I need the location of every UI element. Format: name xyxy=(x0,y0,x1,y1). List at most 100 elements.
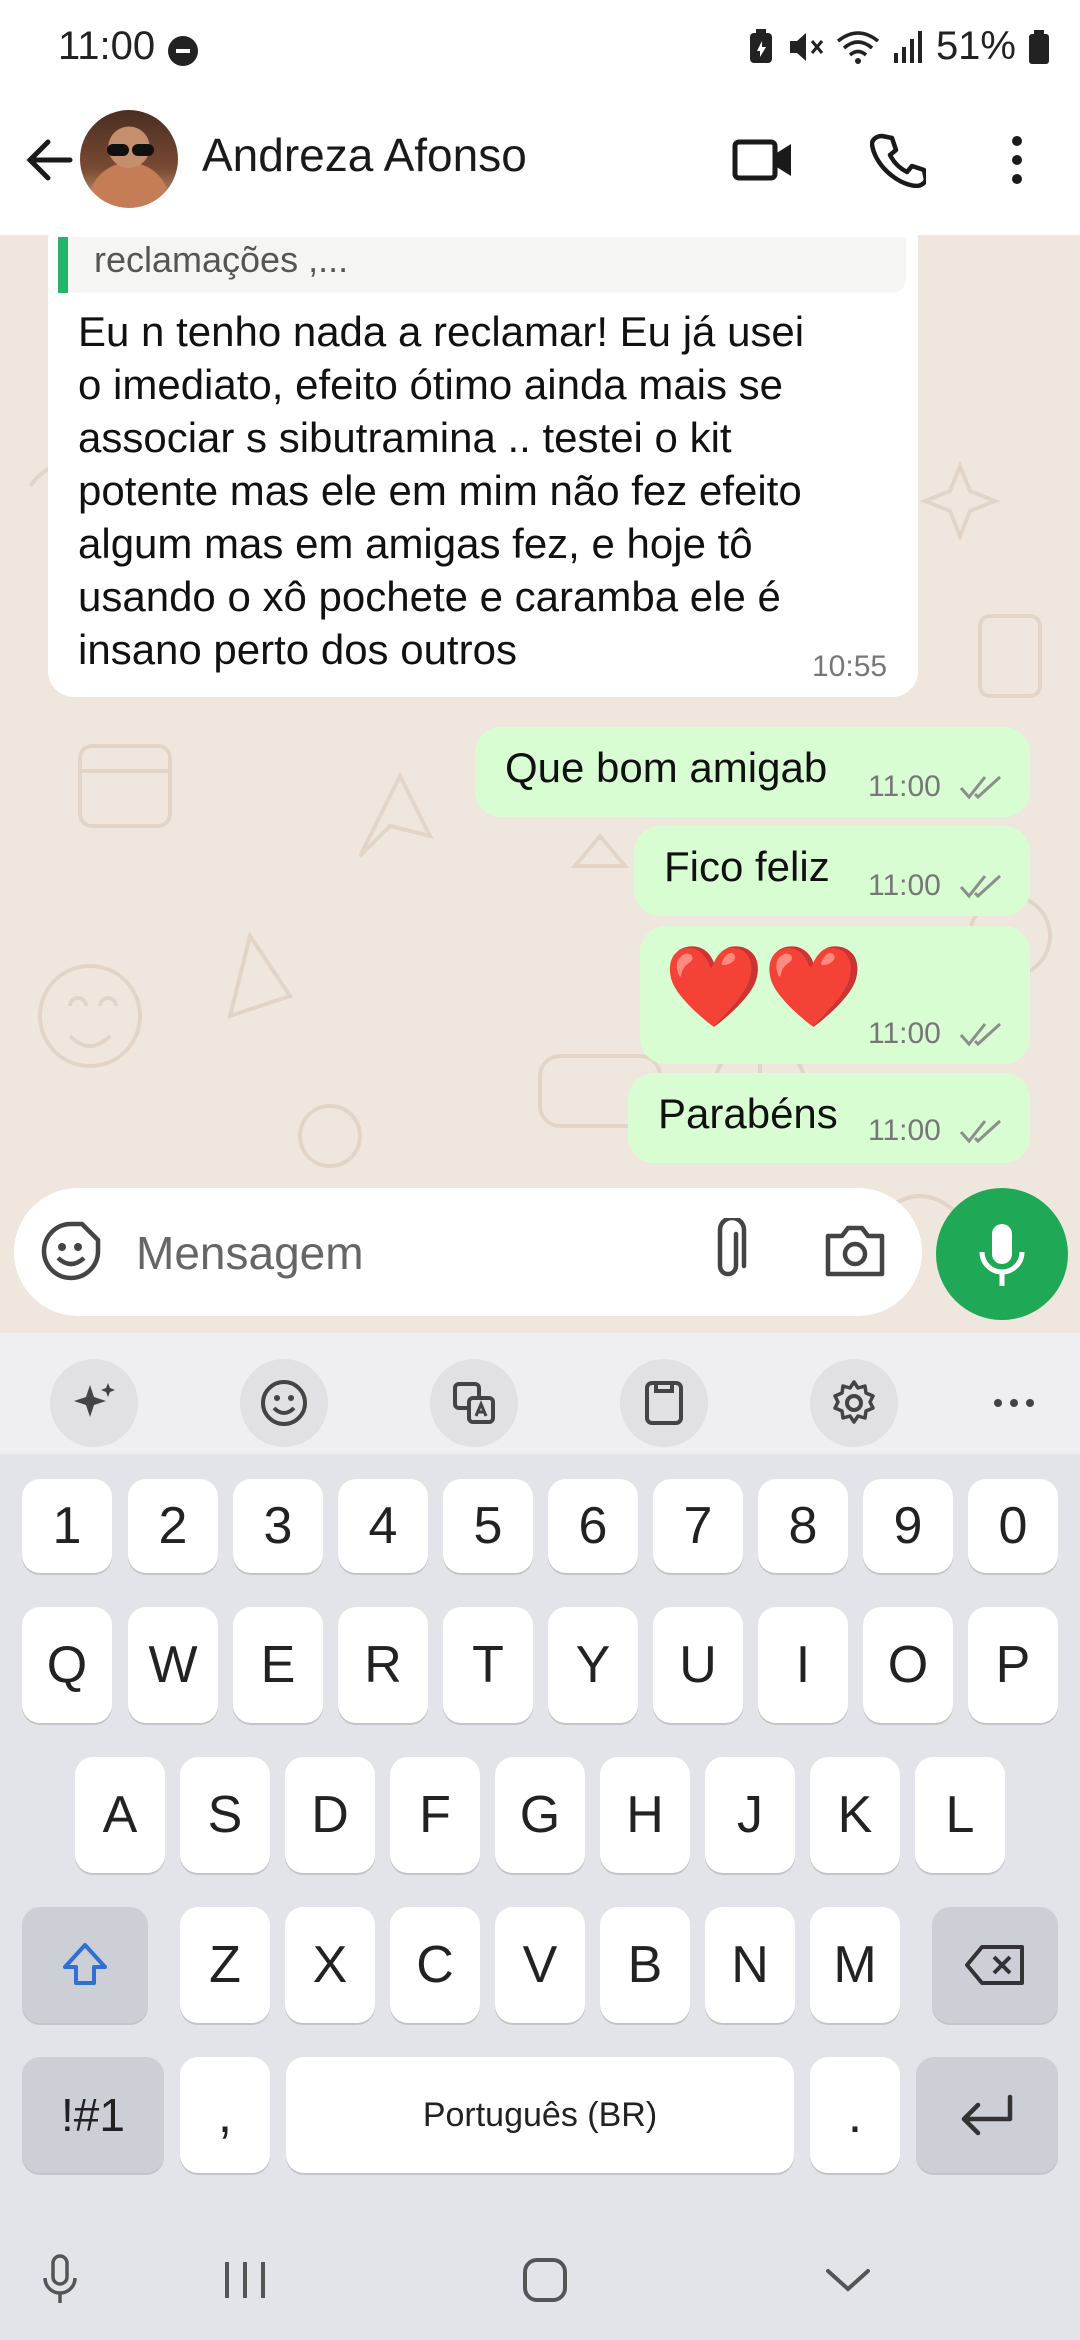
voice-call-button[interactable] xyxy=(863,125,933,195)
recent-apps-icon xyxy=(225,2262,265,2298)
key-8[interactable]: 8 xyxy=(758,1479,848,1573)
sticker-icon[interactable] xyxy=(40,1220,102,1282)
key-u[interactable]: U xyxy=(653,1607,743,1723)
recent-apps-button[interactable] xyxy=(205,2245,285,2315)
message-line: usando o xô pochete e caramba ele é xyxy=(78,573,781,620)
key-g[interactable]: G xyxy=(495,1757,585,1873)
camera-icon[interactable] xyxy=(822,1218,888,1284)
keyboard: 1 2 3 4 5 6 7 8 9 0 Q W E R T Y U I O P … xyxy=(0,1455,1080,2215)
key-7[interactable]: 7 xyxy=(653,1479,743,1573)
double-check-icon xyxy=(959,775,1002,800)
double-check-icon xyxy=(959,1022,1002,1047)
microphone-icon xyxy=(979,1224,1025,1286)
attach-icon[interactable] xyxy=(700,1218,760,1284)
battery-percent: 51% xyxy=(935,24,1016,68)
emoji-button[interactable] xyxy=(240,1359,328,1447)
back-button[interactable] xyxy=(20,130,80,190)
key-q[interactable]: Q xyxy=(22,1607,112,1723)
key-4[interactable]: 4 xyxy=(338,1479,428,1573)
key-v[interactable]: V xyxy=(495,1907,585,2023)
symbols-key[interactable]: !#1 xyxy=(22,2057,164,2173)
enter-arrow-icon xyxy=(961,2094,1013,2136)
key-o[interactable]: O xyxy=(863,1607,953,1723)
more-options-button[interactable] xyxy=(982,125,1052,195)
period-key[interactable]: . xyxy=(810,2057,900,2173)
message-composer[interactable]: Mensagem xyxy=(14,1188,922,1316)
keyboard-settings-button[interactable] xyxy=(810,1359,898,1447)
key-c[interactable]: C xyxy=(390,1907,480,2023)
key-0[interactable]: 0 xyxy=(968,1479,1058,1573)
quoted-message[interactable]: reclamações ,... xyxy=(58,237,906,293)
key-6[interactable]: 6 xyxy=(548,1479,638,1573)
message-line: associar s sibutramina .. testei o kit xyxy=(78,414,732,461)
microphone-icon xyxy=(43,2254,77,2303)
translate-button[interactable] xyxy=(430,1359,518,1447)
key-p[interactable]: P xyxy=(968,1607,1058,1723)
contact-name[interactable]: Andreza Afonso xyxy=(202,128,527,182)
avatar[interactable] xyxy=(80,110,178,208)
keyboard-toolbar xyxy=(0,1333,1080,1453)
message-line: algum mas em amigas fez, e hoje tô xyxy=(78,520,753,567)
home-button[interactable] xyxy=(505,2245,585,2315)
key-a[interactable]: A xyxy=(75,1757,165,1873)
wifi-icon xyxy=(836,30,880,64)
outgoing-message-time: 11:00 xyxy=(868,1114,941,1147)
clipboard-icon xyxy=(645,1381,683,1425)
outgoing-message-time: 11:00 xyxy=(868,869,941,902)
voice-record-button[interactable] xyxy=(936,1188,1068,1320)
video-call-button[interactable] xyxy=(728,125,798,195)
phone-icon xyxy=(870,133,926,188)
shift-key[interactable] xyxy=(22,1907,148,2023)
key-r[interactable]: R xyxy=(338,1607,428,1723)
do-not-disturb-icon xyxy=(168,36,198,66)
key-9[interactable]: 9 xyxy=(863,1479,953,1573)
message-line: insano perto dos outros xyxy=(78,626,517,673)
kebab-menu-icon xyxy=(1012,136,1022,184)
shift-arrow-icon xyxy=(63,1943,107,1985)
more-horizontal-icon xyxy=(994,1399,1034,1407)
ai-tools-button[interactable] xyxy=(50,1359,138,1447)
key-3[interactable]: 3 xyxy=(233,1479,323,1573)
key-k[interactable]: K xyxy=(810,1757,900,1873)
key-5[interactable]: 5 xyxy=(443,1479,533,1573)
space-key[interactable]: Português (BR) xyxy=(286,2057,794,2173)
key-n[interactable]: N xyxy=(705,1907,795,2023)
key-1[interactable]: 1 xyxy=(22,1479,112,1573)
clipboard-button[interactable] xyxy=(620,1359,708,1447)
translate-icon xyxy=(453,1382,495,1424)
arrow-left-icon xyxy=(26,139,73,181)
key-f[interactable]: F xyxy=(390,1757,480,1873)
key-w[interactable]: W xyxy=(128,1607,218,1723)
smiley-icon xyxy=(261,1380,307,1426)
battery-icon xyxy=(1029,29,1049,64)
signal-icon xyxy=(893,30,922,63)
key-y[interactable]: Y xyxy=(548,1607,638,1723)
message-line: Eu n tenho nada a reclamar! Eu já usei xyxy=(78,308,805,355)
message-line: o imediato, efeito ótimo ainda mais se xyxy=(78,361,784,408)
key-e[interactable]: E xyxy=(233,1607,323,1723)
outgoing-message-time: 11:00 xyxy=(868,770,941,803)
video-camera-icon xyxy=(732,139,791,181)
key-b[interactable]: B xyxy=(600,1907,690,2023)
chevron-down-icon xyxy=(826,2269,870,2292)
key-d[interactable]: D xyxy=(285,1757,375,1873)
outgoing-message-text: Fico feliz xyxy=(664,843,830,890)
hide-keyboard-button[interactable] xyxy=(808,2245,888,2315)
key-m[interactable]: M xyxy=(810,1907,900,2023)
key-t[interactable]: T xyxy=(443,1607,533,1723)
backspace-key[interactable] xyxy=(932,1907,1058,2023)
enter-key[interactable] xyxy=(916,2057,1058,2173)
toolbar-more-button[interactable] xyxy=(970,1359,1058,1447)
gear-icon xyxy=(833,1380,875,1424)
message-input[interactable]: Mensagem xyxy=(136,1226,364,1280)
key-2[interactable]: 2 xyxy=(128,1479,218,1573)
voice-input-button[interactable] xyxy=(20,2245,100,2315)
comma-key[interactable]: , xyxy=(180,2057,270,2173)
key-i[interactable]: I xyxy=(758,1607,848,1723)
key-s[interactable]: S xyxy=(180,1757,270,1873)
key-x[interactable]: X xyxy=(285,1907,375,2023)
key-j[interactable]: J xyxy=(705,1757,795,1873)
key-l[interactable]: L xyxy=(915,1757,1005,1873)
key-h[interactable]: H xyxy=(600,1757,690,1873)
key-z[interactable]: Z xyxy=(180,1907,270,2023)
